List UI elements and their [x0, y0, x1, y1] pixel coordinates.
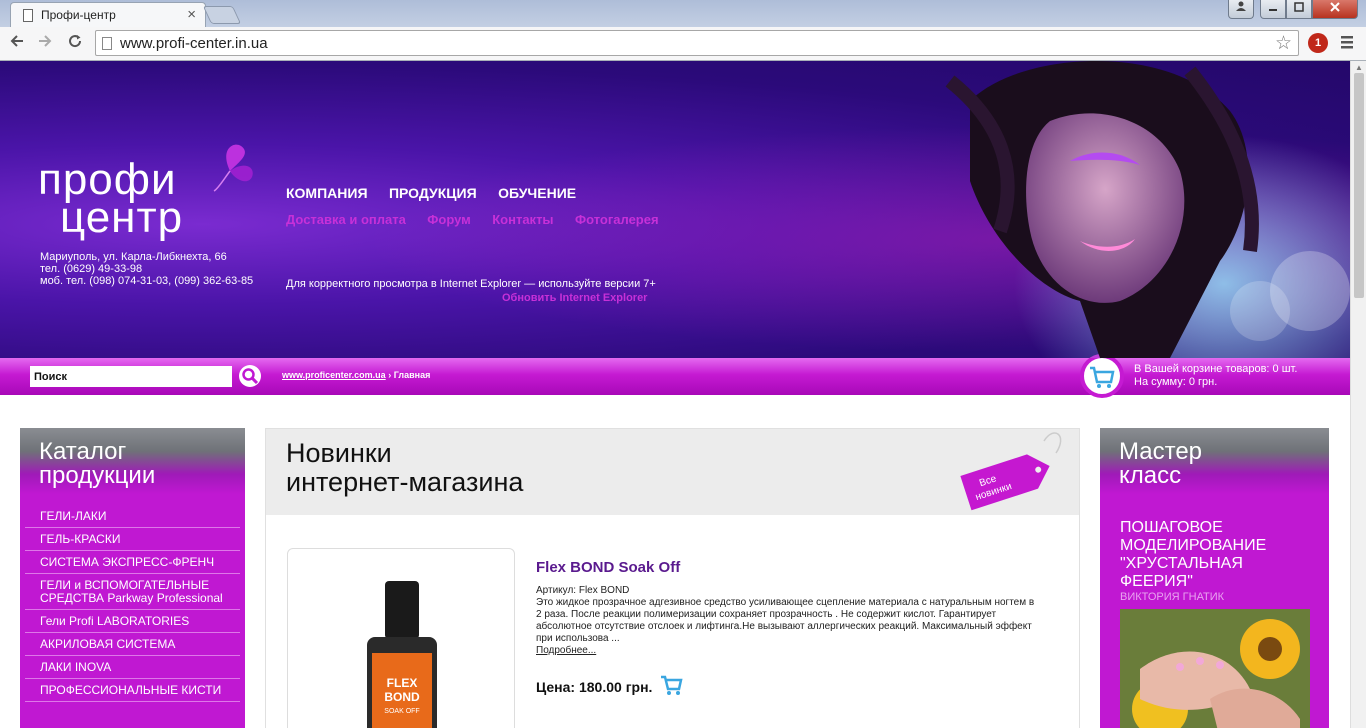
breadcrumb-current: Главная	[393, 370, 431, 380]
cart-info: В Вашей корзине товаров: 0 шт. На сумму:…	[1134, 363, 1297, 389]
page-viewport: профи центр Мариуполь, ул. Карла-Либкнех…	[0, 61, 1350, 728]
address-bar[interactable]: www.profi-center.in.ua ☆	[95, 30, 1299, 56]
master-class-photo[interactable]	[1120, 609, 1310, 728]
scroll-up-icon[interactable]: ▲	[1355, 63, 1363, 72]
cart-items-text: В Вашей корзине товаров: 0 шт.	[1134, 363, 1298, 375]
cart-button[interactable]	[1080, 354, 1124, 398]
catalog-item[interactable]: ГЕЛИ и ВСПОМОГАТЕЛЬНЫЕ СРЕДСТВА Parkway …	[25, 574, 240, 610]
sub-nav: Доставка и оплата Форум Контакты Фотогал…	[286, 211, 676, 229]
page-favicon-icon	[23, 9, 33, 22]
butterfly-icon	[213, 144, 253, 192]
catalog-title-line2: продукции	[39, 462, 156, 489]
tab-title: Профи-центр	[41, 8, 116, 22]
catalog-sidebar: Каталог продукции ГЕЛИ-ЛАКИ ГЕЛЬ-КРАСКИ …	[20, 428, 245, 728]
forward-icon	[39, 35, 52, 47]
address-text: Мариуполь, ул. Карла-Либкнехта, 66	[40, 251, 227, 263]
main-nav: КОМПАНИЯ ПРОДУКЦИЯ ОБУЧЕНИЕ	[286, 185, 593, 203]
breadcrumb-home-link[interactable]: www.proficenter.com.ua	[282, 370, 386, 380]
page-icon	[102, 37, 112, 50]
minimize-icon	[1269, 9, 1277, 11]
nav-forum[interactable]: Форум	[427, 212, 470, 227]
page-scrollbar[interactable]: ▲	[1350, 61, 1366, 728]
contact-info: Мариуполь, ул. Карла-Либкнехта, 66 тел. …	[40, 251, 253, 287]
all-new-items-tag[interactable]: Все новинки	[956, 429, 1076, 519]
catalog-item[interactable]: АКРИЛОВАЯ СИСТЕМА	[25, 633, 240, 656]
site-logo[interactable]: профи центр	[38, 158, 184, 242]
maximize-icon	[1294, 2, 1304, 12]
logo-line2: центр	[60, 193, 184, 242]
browser-toolbar: www.profi-center.in.ua ☆	[0, 27, 1366, 60]
bottle-line2: BOND	[384, 690, 420, 704]
product-more-link[interactable]: Подробнее...	[536, 645, 596, 656]
new-tab-button[interactable]	[202, 6, 242, 24]
user-icon	[1236, 1, 1246, 11]
menu-icon[interactable]	[1340, 34, 1356, 50]
catalog-title-line1: Каталог	[39, 438, 127, 465]
catalog-item[interactable]: СИСТЕМА ЭКСПРЕСС-ФРЕНЧ	[25, 551, 240, 574]
ie-update-link[interactable]: Обновить Internet Explorer	[502, 292, 647, 304]
product-image[interactable]: FLEX BOND SOAK OFF	[287, 548, 515, 728]
minimize-button[interactable]	[1260, 0, 1286, 19]
product-sku: Артикул: Flex BOND	[536, 585, 630, 596]
cart-sum-text: На сумму: 0 грн.	[1134, 376, 1218, 388]
catalog-item[interactable]: Гели Profi LABORATORIES	[25, 610, 240, 633]
product-bottle-image: FLEX BOND SOAK OFF	[367, 581, 437, 728]
phone-text: тел. (0629) 49-33-98	[40, 263, 143, 275]
catalog-item[interactable]: ЛАКИ INOVA	[25, 656, 240, 679]
mobile-text: моб. тел. (098) 074-31-03, (099) 362-63-…	[40, 275, 254, 287]
search-cart-bar: www.proficenter.com.ua › Главная В Вашей…	[0, 354, 1350, 398]
master-class-title-line1: Мастер	[1119, 438, 1203, 465]
site-header: профи центр Мариуполь, ул. Карла-Либкнех…	[0, 61, 1350, 358]
bottle-line1: FLEX	[387, 676, 418, 690]
nav-delivery[interactable]: Доставка и оплата	[286, 212, 406, 227]
search-input[interactable]	[30, 366, 232, 387]
close-icon	[1330, 2, 1340, 12]
catalog-list: ГЕЛИ-ЛАКИ ГЕЛЬ-КРАСКИ СИСТЕМА ЭКСПРЕСС-Ф…	[20, 494, 245, 702]
maximize-button[interactable]	[1286, 0, 1312, 19]
scrollbar-thumb[interactable]	[1354, 73, 1364, 298]
search-button[interactable]	[239, 365, 261, 387]
nav-company[interactable]: КОМПАНИЯ	[286, 185, 368, 201]
hamburger-icon	[1341, 36, 1353, 49]
catalog-item[interactable]: ГЕЛЬ-КРАСКИ	[25, 528, 240, 551]
product-description: Это жидкое прозрачное адгезивное средств…	[536, 597, 1035, 644]
header-model-photo	[930, 61, 1350, 358]
reload-icon	[69, 35, 82, 48]
new-items-panel: Новинки интернет-магазина Все новинки FL…	[265, 428, 1080, 728]
tab-active[interactable]: Профи-центр ×	[10, 2, 206, 28]
ie-note: Для корректного просмотра в Internet Exp…	[286, 278, 656, 290]
catalog-item[interactable]: ГЕЛИ-ЛАКИ	[25, 494, 240, 528]
browser-chrome: Профи-центр × www.profi-center.in.ua ☆ 1	[0, 0, 1366, 61]
master-class-author: ВИКТОРИЯ ГНАТИК	[1120, 591, 1225, 603]
close-window-button[interactable]	[1312, 0, 1358, 19]
nav-training[interactable]: ОБУЧЕНИЕ	[498, 185, 576, 201]
forward-button[interactable]	[34, 32, 56, 54]
reload-button[interactable]	[64, 32, 86, 54]
breadcrumb-separator: ›	[388, 370, 392, 380]
nav-contacts[interactable]: Контакты	[492, 212, 553, 227]
master-class-sidebar: Мастер класс ПОШАГОВОЕ МОДЕЛИРОВАНИЕ "ХР…	[1100, 428, 1329, 728]
search-icon	[242, 368, 259, 385]
url-text[interactable]: www.profi-center.in.ua	[120, 35, 268, 52]
tab-strip: Профи-центр ×	[0, 0, 1366, 28]
master-class-course-link[interactable]: ПОШАГОВОЕ МОДЕЛИРОВАНИЕ "ХРУСТАЛЬНАЯ ФЕЕ…	[1120, 519, 1320, 591]
nav-gallery[interactable]: Фотогалерея	[575, 212, 659, 227]
master-class-header: Мастер класс	[1100, 428, 1329, 494]
breadcrumb: www.proficenter.com.ua › Главная	[282, 370, 430, 380]
bookmark-star-icon[interactable]: ☆	[1275, 32, 1292, 55]
back-icon	[10, 35, 23, 47]
product-price: Цена: 180.00 грн.	[536, 679, 653, 695]
profile-button[interactable]	[1228, 0, 1254, 19]
bottle-line3: SOAK OFF	[384, 708, 419, 715]
tab-close-icon[interactable]: ×	[187, 6, 196, 23]
back-button[interactable]	[6, 32, 28, 54]
nav-products[interactable]: ПРОДУКЦИЯ	[389, 185, 477, 201]
catalog-header: Каталог продукции	[20, 428, 245, 494]
add-to-cart-icon[interactable]	[660, 674, 684, 696]
catalog-item[interactable]: ПРОФЕССИОНАЛЬНЫЕ КИСТИ	[25, 679, 240, 702]
product-title-link[interactable]: Flex BOND Soak Off	[536, 559, 680, 576]
extension-badge-icon[interactable]: 1	[1308, 33, 1328, 53]
cart-icon	[1090, 366, 1115, 388]
master-class-title-line2: класс	[1119, 462, 1182, 489]
